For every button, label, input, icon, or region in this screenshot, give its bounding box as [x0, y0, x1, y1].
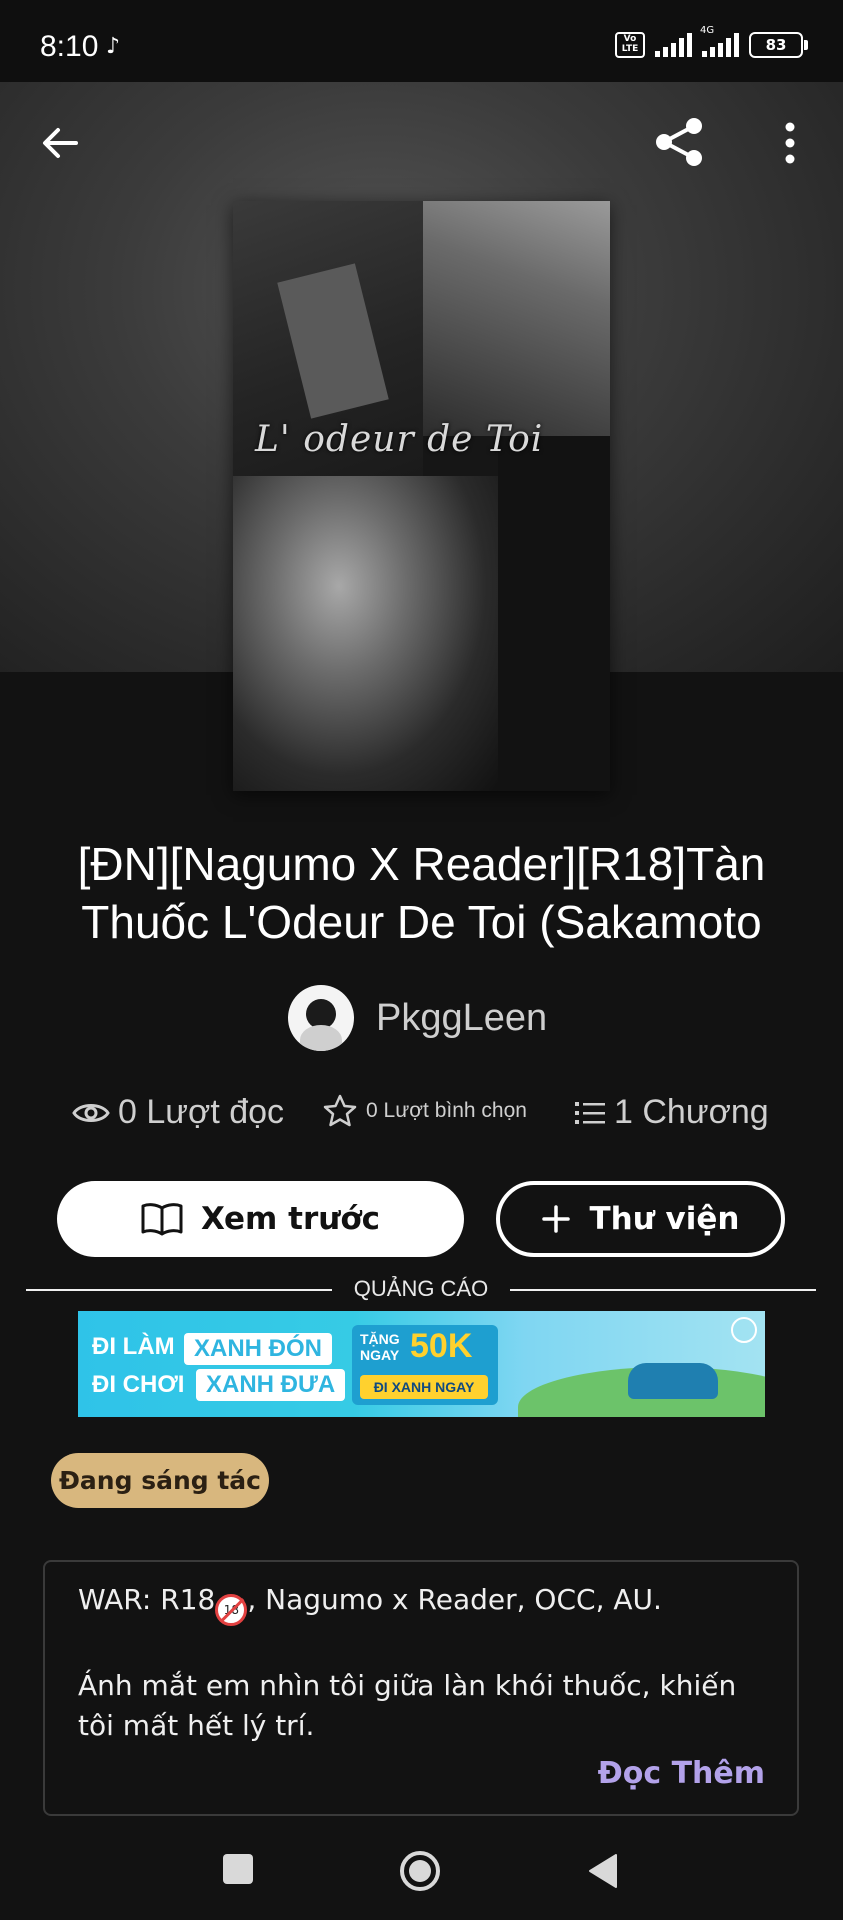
reads-count: 0 Lượt đọc: [118, 1093, 285, 1131]
more-vertical-icon: [785, 122, 795, 164]
book-title: [ĐN][Nagumo X Reader][R18]Tàn Thuốc L'Od…: [30, 835, 813, 951]
more-options-button[interactable]: [770, 118, 810, 168]
cover-panel-character: [423, 201, 610, 436]
back-triangle-icon: [589, 1854, 617, 1888]
ad-car-graphic: [628, 1363, 718, 1399]
ad-choices-icon[interactable]: [731, 1317, 757, 1343]
cover-panel-pillow: [233, 476, 498, 791]
book-title-line2: Thuốc L'Odeur De Toi (Sakamoto: [81, 896, 762, 948]
description-line-3: tôi mất hết lý trí.: [78, 1709, 315, 1742]
cover-panel-dark: [498, 436, 610, 791]
ad-offer-small: TẶNG NGAY: [360, 1331, 400, 1363]
eye-icon: [72, 1103, 110, 1122]
description-line-1: WAR: R18 18, Nagumo x Reader, OCC, AU.: [78, 1580, 778, 1626]
share-button[interactable]: [652, 114, 708, 170]
signal-icon: [655, 33, 692, 57]
home-circle-icon: [400, 1851, 440, 1891]
book-title-line1: [ĐN][Nagumo X Reader][R18]Tàn: [77, 838, 766, 890]
description-box[interactable]: WAR: R18 18, Nagumo x Reader, OCC, AU. Án…: [43, 1560, 799, 1816]
read-more-link[interactable]: Đọc Thêm: [598, 1756, 765, 1791]
description-line-1b: , Nagumo x Reader, OCC, AU.: [247, 1583, 662, 1616]
ad-banner[interactable]: ĐI LÀM ĐI CHƠI XANH ĐÓN XANH ĐƯA TẶNG NG…: [78, 1311, 765, 1417]
list-icon: [575, 1101, 605, 1124]
stat-votes: 0 Lượt bình chọn: [322, 1093, 527, 1129]
ad-cta: ĐI XANH NGAY: [360, 1375, 488, 1399]
author-name: PkggLeen: [376, 996, 548, 1039]
book-open-icon: [141, 1203, 183, 1236]
preview-button[interactable]: Xem trước: [57, 1181, 464, 1257]
status-badge: Đang sáng tác: [51, 1453, 269, 1508]
stat-chapters: 1 Chương: [574, 1093, 769, 1132]
ad-text-1b: XANH ĐÓN: [184, 1333, 333, 1365]
share-icon: [656, 118, 702, 166]
chapters-count: 1 Chương: [614, 1093, 769, 1131]
description-line-1a: WAR: R18: [78, 1583, 216, 1616]
network-type: 4G: [700, 25, 715, 36]
ad-offer-box: TẶNG NGAY 50K ĐI XANH NGAY: [352, 1325, 498, 1405]
star-icon: [323, 1094, 357, 1127]
description-line-2: Ánh mắt em nhìn tôi giữa làn khói thuốc,…: [78, 1669, 737, 1702]
recents-button[interactable]: [223, 1854, 253, 1884]
ad-offer-big: 50K: [410, 1327, 473, 1365]
volte-icon: Vo LTE: [615, 32, 645, 58]
library-label: Thư viện: [589, 1201, 740, 1237]
system-back-button[interactable]: [586, 1852, 620, 1890]
author-link[interactable]: PkggLeen: [288, 985, 547, 1051]
preview-label: Xem trước: [200, 1201, 381, 1237]
book-cover[interactable]: L' odeur de Toi: [233, 201, 610, 791]
ad-divider: QUẢNG CÁO: [26, 1276, 816, 1306]
status-time: 8:10: [40, 30, 99, 63]
battery-icon: 83: [749, 32, 808, 58]
tiktok-notification-icon: ♪: [106, 34, 121, 59]
ad-text-2a: ĐI CHƠI: [92, 1371, 185, 1398]
ad-divider-line-right: [510, 1289, 816, 1291]
home-button[interactable]: [399, 1850, 441, 1892]
arrow-left-icon: [43, 128, 78, 158]
no-under-18-icon: 18: [215, 1594, 248, 1626]
author-avatar: [288, 985, 354, 1051]
votes-count: 0 Lượt bình chọn: [366, 1099, 527, 1122]
status-icons: Vo LTE 4G 83: [615, 25, 808, 58]
add-to-library-button[interactable]: Thư viện: [496, 1181, 785, 1257]
back-button[interactable]: [36, 118, 86, 168]
stat-reads: 0 Lượt đọc: [72, 1093, 284, 1132]
ad-text-1a: ĐI LÀM: [92, 1333, 175, 1360]
cover-title-text: L' odeur de Toi: [255, 419, 544, 460]
plus-icon: [542, 1205, 571, 1233]
status-bar: 8:10 ♪ Vo LTE 4G 83: [0, 0, 843, 82]
signal-4g-icon: 4G: [700, 25, 739, 57]
ad-text-2b: XANH ĐƯA: [196, 1369, 346, 1401]
